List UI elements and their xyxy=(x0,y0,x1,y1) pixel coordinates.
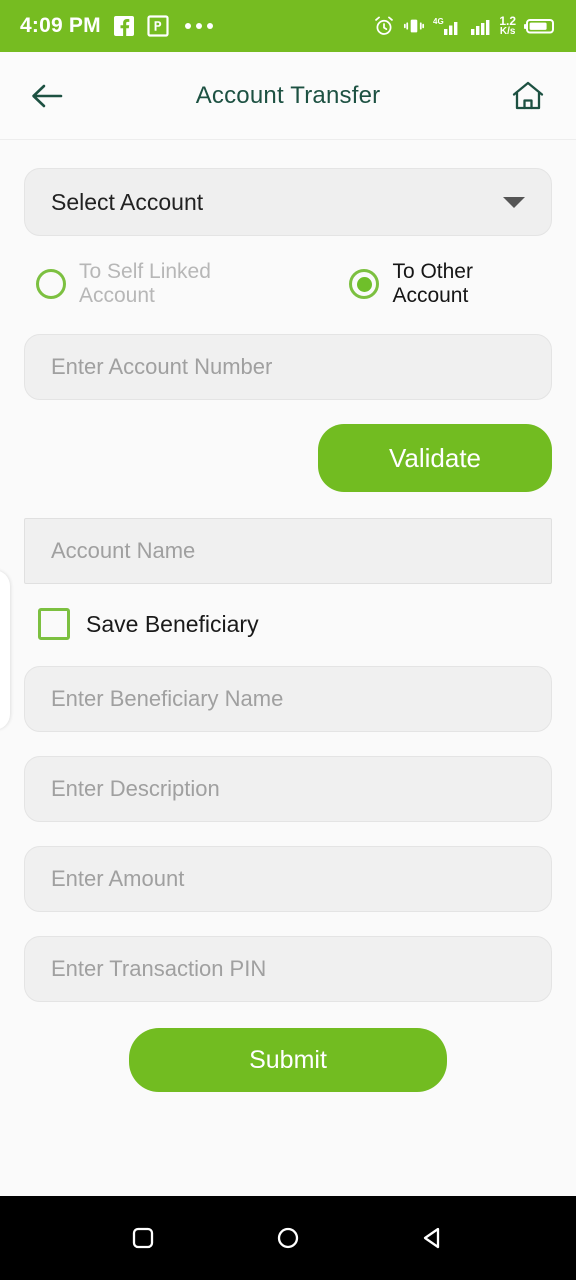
transfer-form: Select Account To Self Linked Account To… xyxy=(0,140,576,1196)
status-bar-left: 4:09 PM xyxy=(20,14,213,38)
side-drawer-edge xyxy=(0,570,10,730)
save-beneficiary-label: Save Beneficiary xyxy=(86,610,259,637)
battery-icon xyxy=(524,19,554,34)
beneficiary-name-input[interactable]: Enter Beneficiary Name xyxy=(24,666,552,732)
svg-text:4G: 4G xyxy=(433,17,444,26)
home-circle-icon xyxy=(277,1227,299,1249)
account-name-placeholder: Account Name xyxy=(51,538,196,563)
status-time: 4:09 PM xyxy=(20,14,101,37)
android-navigation-bar xyxy=(0,1196,576,1280)
beneficiary-name-placeholder: Enter Beneficiary Name xyxy=(51,686,284,711)
phone-screen: 4:09 PM 4G 1.2 K/s Account Transfer Sele… xyxy=(0,0,576,1280)
validate-button[interactable]: Validate xyxy=(318,424,552,492)
amount-input[interactable]: Enter Amount xyxy=(24,846,552,912)
nav-back-button[interactable] xyxy=(418,1223,448,1253)
select-account-value: Select Account xyxy=(51,188,204,215)
alarm-clock-icon xyxy=(375,16,394,35)
account-number-placeholder: Enter Account Number xyxy=(51,354,273,379)
select-account-dropdown[interactable]: Select Account xyxy=(24,168,552,236)
status-bar-right: 4G 1.2 K/s xyxy=(373,15,558,37)
radio-to-other-account[interactable]: To Other Account xyxy=(349,260,552,308)
radio-label-self-linked: To Self Linked Account xyxy=(79,260,211,307)
amount-placeholder: Enter Amount xyxy=(51,866,185,891)
validate-button-row: Validate xyxy=(24,424,552,492)
network-speed-indicator: 1.2 K/s xyxy=(499,15,516,37)
signal-bars-2-icon xyxy=(471,20,490,35)
back-triangle-icon xyxy=(424,1227,440,1249)
back-button[interactable] xyxy=(30,81,64,111)
submit-button-row: Submit xyxy=(24,1028,552,1092)
status-bar: 4:09 PM 4G 1.2 K/s xyxy=(0,0,576,52)
signal-bars-icon: 4G xyxy=(433,17,458,35)
transaction-pin-input[interactable]: Enter Transaction PIN xyxy=(24,936,552,1002)
radio-circle-unselected xyxy=(36,269,66,299)
more-notifications-dots xyxy=(184,23,213,29)
back-arrow-icon xyxy=(32,84,63,107)
submit-button[interactable]: Submit xyxy=(129,1028,447,1092)
radio-label-other-account: To Other Account xyxy=(392,260,473,307)
powerpoint-icon xyxy=(147,15,169,37)
network-speed-unit: K/s xyxy=(499,26,516,37)
vibrate-mode-icon xyxy=(404,19,425,33)
radio-circle-selected xyxy=(349,269,380,299)
description-placeholder: Enter Description xyxy=(51,776,220,801)
facebook-icon xyxy=(113,16,134,36)
chevron-down-icon xyxy=(503,196,525,208)
save-beneficiary-checkbox-row[interactable]: Save Beneficiary xyxy=(38,608,552,640)
transfer-type-radio-group: To Self Linked Account To Other Account xyxy=(36,260,552,308)
recents-square-icon xyxy=(132,1227,153,1249)
app-header: Account Transfer xyxy=(0,52,576,140)
description-input[interactable]: Enter Description xyxy=(24,756,552,822)
nav-home-button[interactable] xyxy=(273,1223,303,1253)
account-name-field: Account Name xyxy=(24,518,552,584)
account-number-input[interactable]: Enter Account Number xyxy=(24,334,552,400)
nav-recents-button[interactable] xyxy=(128,1223,158,1253)
home-icon xyxy=(512,81,544,109)
save-beneficiary-checkbox[interactable] xyxy=(38,608,70,640)
transaction-pin-placeholder: Enter Transaction PIN xyxy=(51,956,267,981)
radio-to-self-linked-account[interactable]: To Self Linked Account xyxy=(36,260,290,308)
page-title: Account Transfer xyxy=(195,81,381,109)
home-button[interactable] xyxy=(510,79,546,113)
